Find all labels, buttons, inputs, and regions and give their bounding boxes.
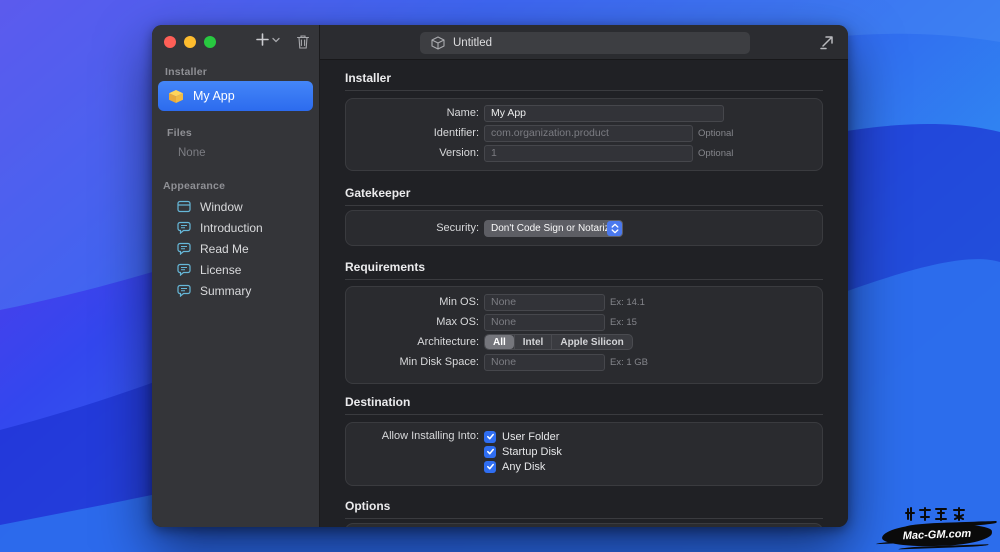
section-title-gatekeeper: Gatekeeper	[345, 187, 823, 200]
sidebar-files-none: None	[178, 147, 206, 159]
sidebar-item-window[interactable]: Window	[158, 196, 315, 217]
export-button[interactable]	[818, 33, 836, 51]
package-outline-icon	[431, 36, 445, 50]
window-icon	[177, 200, 191, 213]
toolbar: Untitled	[320, 25, 848, 60]
sidebar-item-label: License	[200, 263, 241, 277]
min-disk-note: Ex: 1 GB	[610, 357, 648, 368]
divider	[345, 279, 823, 280]
min-os-label: Min OS:	[346, 296, 479, 308]
export-arrow-icon	[818, 33, 836, 51]
sidebar-item-label: Read Me	[200, 242, 249, 256]
main-area: Untitled Installer Name: Identifier: Opt…	[320, 25, 848, 527]
sidebar-item-license[interactable]: License	[158, 259, 315, 280]
name-input[interactable]	[484, 105, 724, 122]
settings-content: Installer Name: Identifier: Optional Ver…	[320, 60, 848, 527]
appearance-list: Window Introduction Read Me License Summ…	[158, 196, 315, 301]
min-disk-label: Min Disk Space:	[346, 356, 479, 368]
speech-bubble-icon	[177, 263, 191, 276]
section-title-destination: Destination	[345, 396, 823, 409]
close-window-button[interactable]	[164, 36, 176, 48]
watermark-text: Mac-GM.com	[903, 528, 972, 542]
speech-bubble-icon	[177, 242, 191, 255]
section-title-installer: Installer	[345, 72, 823, 85]
version-input[interactable]	[484, 145, 693, 162]
sidebar-section-files: Files	[167, 127, 192, 139]
segment-intel[interactable]: Intel	[514, 335, 552, 349]
divider	[345, 414, 823, 415]
min-os-input[interactable]	[484, 294, 605, 311]
sidebar-item-label: Window	[200, 200, 243, 214]
watermark-splat: Mac-GM.com	[882, 522, 993, 548]
document-title: Untitled	[453, 37, 492, 49]
security-dropdown-value: Don't Code Sign or Notarize	[491, 223, 615, 234]
stamp-characters	[905, 505, 969, 523]
checkbox-label: User Folder	[502, 431, 559, 443]
divider	[345, 205, 823, 206]
min-disk-input[interactable]	[484, 354, 605, 371]
sidebar-item-label: Summary	[200, 284, 251, 298]
divider	[345, 518, 823, 519]
segment-all[interactable]: All	[485, 335, 514, 349]
dropdown-stepper-icon	[607, 221, 622, 236]
architecture-segmented-control: All Intel Apple Silicon	[484, 334, 633, 350]
sidebar-item-label: Introduction	[200, 221, 263, 235]
watermark: Mac-GM.com	[882, 505, 992, 546]
segment-apple-silicon[interactable]: Apple Silicon	[551, 335, 631, 349]
name-label: Name:	[346, 107, 479, 119]
options-panel	[345, 523, 823, 527]
delete-item-button[interactable]	[296, 34, 310, 50]
checkbox-label: Startup Disk	[502, 446, 562, 458]
plus-icon	[255, 32, 270, 47]
sidebar: Installer My App Files None Appearance W…	[152, 25, 320, 527]
sidebar-section-installer: Installer	[165, 66, 207, 78]
sidebar-item-label: My App	[193, 89, 235, 103]
allow-installing-label: Allow Installing Into:	[346, 429, 479, 444]
min-os-note: Ex: 14.1	[610, 297, 645, 308]
checkbox-any-disk[interactable]: Any Disk	[484, 459, 562, 474]
sidebar-item-introduction[interactable]: Introduction	[158, 217, 315, 238]
identifier-input[interactable]	[484, 125, 693, 142]
speech-bubble-icon	[177, 284, 191, 297]
checkbox-checked-icon	[484, 431, 496, 443]
security-label: Security:	[346, 222, 479, 234]
sidebar-section-appearance: Appearance	[163, 180, 225, 192]
max-os-label: Max OS:	[346, 316, 479, 328]
checkbox-startup-disk[interactable]: Startup Disk	[484, 444, 562, 459]
identifier-note: Optional	[698, 128, 733, 139]
security-dropdown[interactable]: Don't Code Sign or Notarize	[484, 220, 623, 237]
minimize-window-button[interactable]	[184, 36, 196, 48]
window-controls	[164, 36, 216, 48]
document-title-field[interactable]: Untitled	[420, 32, 750, 54]
section-title-requirements: Requirements	[345, 261, 823, 274]
requirements-panel: Min OS: Ex: 14.1 Max OS: Ex: 15 Architec…	[345, 286, 823, 384]
installer-panel: Name: Identifier: Optional Version: Opti…	[345, 98, 823, 171]
sidebar-item-my-app[interactable]: My App	[158, 81, 313, 111]
gatekeeper-panel: Security: Don't Code Sign or Notarize	[345, 210, 823, 246]
divider	[345, 90, 823, 91]
destination-panel: Allow Installing Into: User Folder Start…	[345, 422, 823, 486]
max-os-input[interactable]	[484, 314, 605, 331]
checkbox-checked-icon	[484, 446, 496, 458]
zoom-window-button[interactable]	[204, 36, 216, 48]
app-window: Installer My App Files None Appearance W…	[152, 25, 848, 527]
add-item-button[interactable]	[255, 32, 280, 47]
sidebar-item-read-me[interactable]: Read Me	[158, 238, 315, 259]
checkbox-checked-icon	[484, 461, 496, 473]
section-title-options: Options	[345, 500, 823, 513]
chevron-down-icon	[272, 37, 280, 43]
trash-icon	[296, 34, 310, 50]
max-os-note: Ex: 15	[610, 317, 637, 328]
version-note: Optional	[698, 148, 733, 159]
version-label: Version:	[346, 147, 479, 159]
sidebar-item-summary[interactable]: Summary	[158, 280, 315, 301]
identifier-label: Identifier:	[346, 127, 479, 139]
checkbox-label: Any Disk	[502, 461, 545, 473]
checkbox-user-folder[interactable]: User Folder	[484, 429, 562, 444]
architecture-label: Architecture:	[346, 336, 479, 348]
package-icon	[168, 89, 184, 104]
speech-bubble-icon	[177, 221, 191, 234]
